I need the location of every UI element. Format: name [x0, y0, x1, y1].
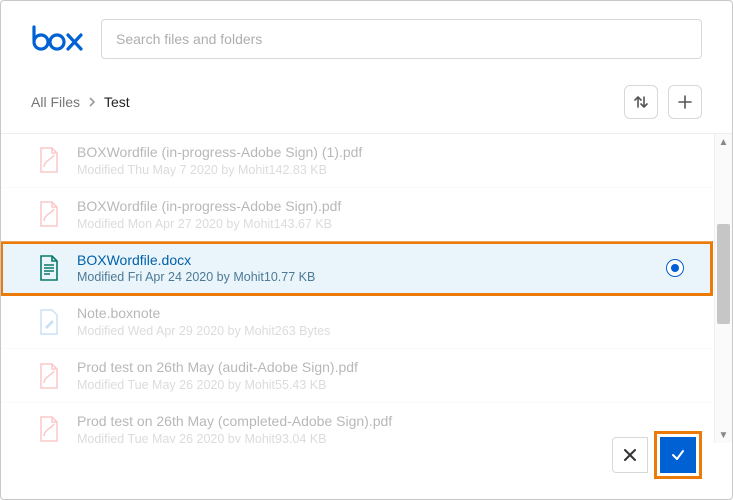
file-name: Note.boxnote [77, 305, 684, 322]
file-meta: Modified Wed Apr 29 2020 by Mohit263 Byt… [77, 324, 684, 338]
file-name: Prod test on 26th May (completed-Adobe S… [77, 413, 684, 430]
check-icon [670, 447, 686, 463]
file-meta: Modified Fri Apr 24 2020 by Mohit10.77 K… [77, 270, 650, 284]
breadcrumb: All Files Test [31, 94, 130, 110]
scrollbar[interactable]: ▲ ▼ [714, 134, 732, 443]
select-radio[interactable] [666, 259, 684, 277]
file-icon [37, 201, 61, 227]
close-icon [623, 448, 637, 462]
chevron-right-icon [88, 97, 96, 107]
file-meta: Modified Tue May 26 2020 by Mohit55.43 K… [77, 378, 684, 392]
search-input[interactable] [101, 19, 702, 59]
file-meta: Modified Thu May 7 2020 by Mohit142.83 K… [77, 163, 684, 177]
scroll-up-icon[interactable]: ▲ [715, 134, 732, 150]
sort-button[interactable] [624, 85, 658, 119]
file-meta: Modified Mon Apr 27 2020 by Mohit143.67 … [77, 217, 684, 231]
file-name: BOXWordfile.docx [77, 252, 650, 269]
file-name: Prod test on 26th May (audit-Adobe Sign)… [77, 359, 684, 376]
file-body: BOXWordfile (in-progress-Adobe Sign).pdf… [77, 198, 684, 231]
file-name: BOXWordfile (in-progress-Adobe Sign) (1)… [77, 144, 684, 161]
box-logo [31, 25, 83, 53]
sort-icon [633, 94, 649, 110]
header [1, 1, 732, 77]
file-meta: Modified Tue May 26 2020 by Mohit93.04 K… [77, 432, 684, 443]
file-icon [37, 363, 61, 389]
toolbar: All Files Test [1, 77, 732, 133]
file-row[interactable]: Prod test on 26th May (completed-Adobe S… [1, 403, 712, 443]
confirm-button[interactable] [660, 437, 696, 473]
cancel-button[interactable] [612, 437, 648, 473]
plus-icon [677, 94, 693, 110]
file-row[interactable]: Prod test on 26th May (audit-Adobe Sign)… [1, 349, 712, 403]
breadcrumb-root[interactable]: All Files [31, 94, 80, 110]
footer-actions [612, 431, 702, 479]
file-body: Note.boxnote Modified Wed Apr 29 2020 by … [77, 305, 684, 338]
file-body: Prod test on 26th May (completed-Adobe S… [77, 413, 684, 443]
file-row[interactable]: BOXWordfile (in-progress-Adobe Sign).pdf… [1, 188, 712, 242]
file-body: BOXWordfile (in-progress-Adobe Sign) (1)… [77, 144, 684, 177]
file-row-selected[interactable]: BOXWordfile.docxModified Fri Apr 24 2020… [1, 242, 712, 296]
file-name: BOXWordfile (in-progress-Adobe Sign).pdf [77, 198, 684, 215]
file-list: BOXWordfile (in-progress-Adobe Sign) (1)… [1, 133, 732, 443]
add-button[interactable] [668, 85, 702, 119]
file-icon [37, 416, 61, 442]
scroll-down-icon[interactable]: ▼ [715, 427, 732, 443]
file-icon [37, 147, 61, 173]
file-icon [37, 255, 61, 281]
file-body: Prod test on 26th May (audit-Adobe Sign)… [77, 359, 684, 392]
file-body: BOXWordfile.docxModified Fri Apr 24 2020… [77, 252, 650, 285]
file-icon [37, 309, 61, 335]
breadcrumb-current: Test [104, 94, 130, 110]
file-row[interactable]: Note.boxnote Modified Wed Apr 29 2020 by … [1, 295, 712, 349]
confirm-highlight [654, 431, 702, 479]
scrollbar-thumb[interactable] [717, 224, 730, 324]
file-row[interactable]: BOXWordfile (in-progress-Adobe Sign) (1)… [1, 134, 712, 188]
